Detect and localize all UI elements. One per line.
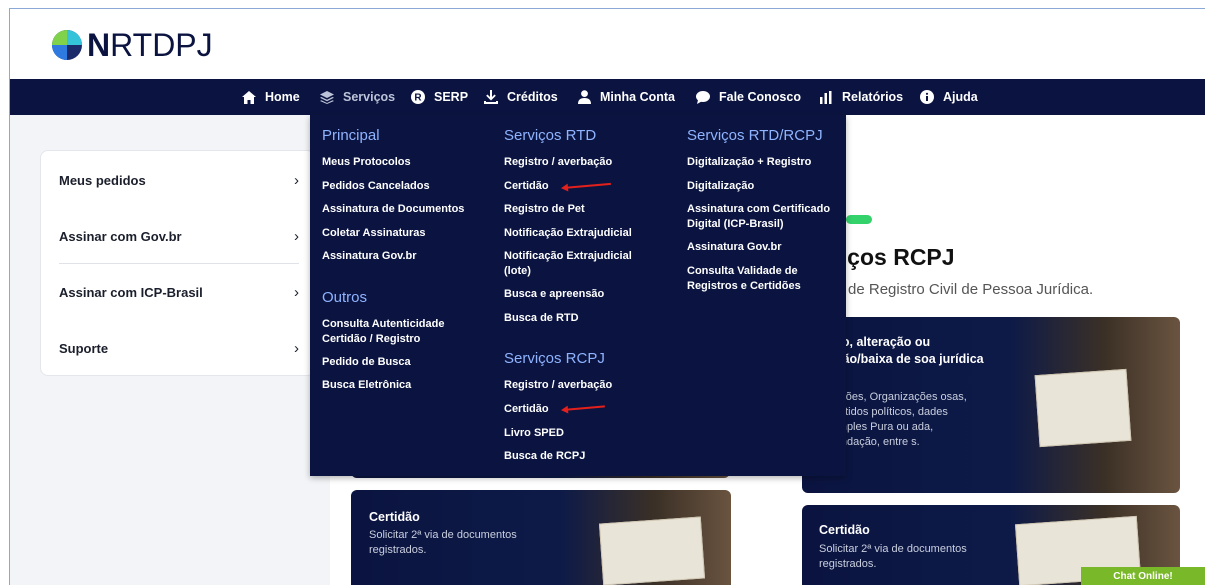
menu-item-assinatura-icp[interactable]: Assinatura com Certificado Digital (ICP-… (687, 202, 839, 232)
sidebar-item-label: Meus pedidos (59, 172, 146, 188)
sidebar-item-label: Assinar com ICP-Brasil (59, 284, 203, 300)
card-rcpj-constituicao[interactable]: ção, alteração ou nção/baixa de soa jurí… (802, 317, 1180, 493)
menu-item-rtd-notificacao[interactable]: Notificação Extrajudicial (504, 226, 632, 241)
r-circle-icon: R (410, 89, 426, 105)
menu-heading-outros: Outros (322, 289, 368, 306)
card-description: dações, Organizações osas, Partidos polí… (828, 391, 967, 448)
chat-icon (695, 89, 711, 105)
menu-heading-rcpj: Serviços RCPJ (504, 350, 605, 367)
card-title: Certidão (819, 523, 870, 537)
menu-item-digitalizacao-registro[interactable]: Digitalização + Registro (687, 155, 811, 170)
servicos-dropdown-menu: Principal Meus Protocolos Pedidos Cancel… (310, 115, 846, 476)
nav-serp-label: SERP (434, 90, 469, 104)
nav-ajuda-label: Ajuda (943, 90, 978, 104)
nav-minha-conta-label: Minha Conta (600, 90, 675, 104)
chat-online-button[interactable]: Chat Online! (1081, 567, 1205, 585)
nav-minha-conta[interactable]: Minha Conta (576, 79, 675, 115)
chevron-right-icon: › (294, 283, 299, 301)
nav-servicos[interactable]: Serviços (319, 79, 395, 115)
section-accent-pill (846, 215, 872, 224)
annotation-arrow (562, 182, 611, 189)
nav-servicos-label: Serviços (343, 90, 396, 104)
menu-item-rtdrcpj-assinatura-govbr[interactable]: Assinatura Gov.br (687, 240, 782, 255)
site-logo[interactable]: NRTDPJ (51, 27, 213, 63)
chevron-right-icon: › (294, 171, 299, 189)
menu-item-rtd-notificacao-lote[interactable]: Notificação Extrajudicial (lote) (504, 249, 649, 279)
card-description: Solicitar 2ª via de documentos registrad… (369, 529, 517, 556)
menu-item-coletar-assinaturas[interactable]: Coletar Assinaturas (322, 226, 426, 241)
nav-creditos-label: Créditos (507, 90, 558, 104)
menu-heading-rtd-rcpj: Serviços RTD/RCPJ (687, 127, 823, 144)
sidebar-item-label: Assinar com Gov.br (59, 228, 182, 244)
card-title: ção, alteração ou nção/baixa de soa jurí… (828, 335, 984, 366)
main-nav: Home Serviços R SERP Créditos Minha Cont… (10, 79, 1205, 115)
nav-fale-conosco[interactable]: Fale Conosco (695, 79, 801, 115)
logo-mark-icon (52, 30, 82, 60)
menu-item-consulta-validade[interactable]: Consulta Validade de Registros e Certidõ… (687, 264, 817, 294)
nav-home[interactable]: Home (241, 79, 300, 115)
menu-item-assinatura-documentos[interactable]: Assinatura de Documentos (322, 202, 464, 217)
menu-item-rcpj-certidao[interactable]: Certidão (504, 402, 549, 417)
menu-item-pedidos-cancelados[interactable]: Pedidos Cancelados (322, 179, 430, 194)
menu-heading-rtd: Serviços RTD (504, 127, 597, 144)
nav-relatorios[interactable]: Relatórios (818, 79, 903, 115)
nav-serp[interactable]: R SERP (410, 79, 468, 115)
nav-ajuda[interactable]: Ajuda (919, 79, 978, 115)
nav-creditos[interactable]: Créditos (483, 79, 558, 115)
user-icon (576, 89, 592, 105)
menu-item-assinatura-govbr[interactable]: Assinatura Gov.br (322, 249, 417, 264)
sidebar-item-assinar-icp[interactable]: Assinar com ICP-Brasil › (59, 282, 299, 302)
sidebar-item-meus-pedidos[interactable]: Meus pedidos › (59, 170, 299, 190)
sidebar-card: Meus pedidos › Assinar com Gov.br › Assi… (40, 150, 315, 376)
card-rtd-certidao[interactable]: Certidão Solicitar 2ª via de documentos … (351, 490, 731, 585)
annotation-arrow (562, 405, 605, 411)
nav-home-label: Home (265, 90, 300, 104)
document-image (1034, 368, 1132, 448)
chevron-right-icon: › (294, 339, 299, 357)
nav-fale-conosco-label: Fale Conosco (719, 90, 801, 104)
card-description: Solicitar 2ª via de documentos registrad… (819, 543, 967, 570)
bar-chart-icon (818, 89, 834, 105)
menu-item-busca-eletronica[interactable]: Busca Eletrônica (322, 378, 411, 393)
menu-item-rtd-busca-apreensao[interactable]: Busca e apreensão (504, 287, 604, 302)
rcpj-section-subtitle: os de Registro Civil de Pessoa Jurídica. (828, 281, 1094, 298)
layers-icon (319, 89, 335, 105)
card-title: Certidão (369, 510, 420, 524)
menu-item-consulta-autenticidade[interactable]: Consulta Autenticidade Certidão / Regist… (322, 317, 472, 347)
logo-text: NRTDPJ (87, 27, 213, 63)
menu-item-digitalizacao[interactable]: Digitalização (687, 179, 754, 194)
menu-item-meus-protocolos[interactable]: Meus Protocolos (322, 155, 411, 170)
menu-heading-principal: Principal (322, 127, 380, 144)
svg-text:R: R (414, 93, 422, 104)
download-icon (483, 89, 499, 105)
sidebar-item-assinar-govbr[interactable]: Assinar com Gov.br › (59, 226, 299, 246)
menu-item-rcpj-busca[interactable]: Busca de RCPJ (504, 449, 585, 464)
menu-item-rtd-certidao[interactable]: Certidão (504, 179, 549, 194)
home-icon (241, 89, 257, 105)
nav-relatorios-label: Relatórios (842, 90, 904, 104)
menu-item-rcpj-livro-sped[interactable]: Livro SPED (504, 426, 564, 441)
info-icon (919, 89, 935, 105)
sidebar-item-label: Suporte (59, 340, 109, 356)
menu-item-rcpj-registro[interactable]: Registro / averbação (504, 378, 612, 393)
sidebar-divider (59, 263, 299, 264)
certificate-image (598, 516, 706, 585)
rcpj-section-title: viços RCPJ (828, 244, 955, 270)
sidebar-item-suporte[interactable]: Suporte › (59, 338, 299, 358)
menu-item-pedido-busca[interactable]: Pedido de Busca (322, 355, 411, 370)
menu-item-rtd-registro-pet[interactable]: Registro de Pet (504, 202, 585, 217)
menu-item-rtd-busca[interactable]: Busca de RTD (504, 311, 579, 326)
menu-item-rtd-registro[interactable]: Registro / averbação (504, 155, 612, 170)
chevron-right-icon: › (294, 227, 299, 245)
